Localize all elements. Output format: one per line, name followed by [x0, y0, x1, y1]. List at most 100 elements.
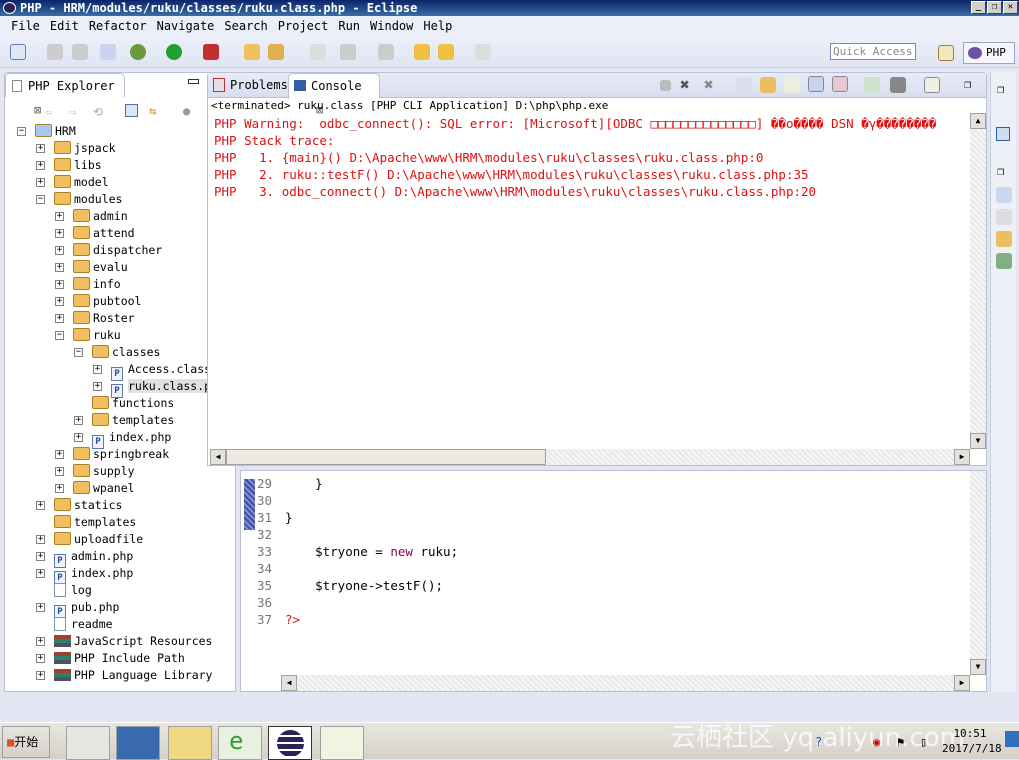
- open-console-icon[interactable]: [924, 77, 940, 93]
- link-editor-icon[interactable]: ⇆: [149, 104, 156, 118]
- help-icon[interactable]: ?: [815, 735, 822, 749]
- quick-access-input[interactable]: Quick Access: [830, 43, 916, 60]
- console-vscrollbar[interactable]: ▲ ▼: [970, 113, 986, 449]
- external-tools-icon[interactable]: [203, 44, 219, 60]
- volume-icon[interactable]: ◉: [873, 735, 880, 749]
- debug-icon[interactable]: [130, 44, 146, 60]
- menu-refactor[interactable]: Refactor: [84, 16, 152, 36]
- expand-icon[interactable]: +: [36, 535, 45, 544]
- expand-icon[interactable]: +: [36, 569, 45, 578]
- last-edit-icon[interactable]: [414, 44, 430, 60]
- expand-icon[interactable]: +: [74, 433, 83, 442]
- start-button[interactable]: ■开始: [2, 726, 50, 758]
- tree-item[interactable]: + model: [36, 174, 231, 191]
- close-button[interactable]: ✕: [1003, 1, 1018, 14]
- console-trim-icon[interactable]: [996, 127, 1010, 141]
- show-stdout-icon[interactable]: [808, 76, 824, 92]
- expand-icon[interactable]: +: [74, 416, 83, 425]
- terminate-icon[interactable]: [660, 80, 671, 91]
- console-hscrollbar[interactable]: ◀ ▶: [210, 449, 970, 465]
- tree-item[interactable]: + Ppub.php: [36, 599, 231, 619]
- collapse-icon[interactable]: −: [17, 127, 26, 136]
- next-annotation-icon[interactable]: [340, 44, 356, 60]
- save-icon[interactable]: [47, 44, 63, 60]
- tree-item[interactable]: + PHP Language Library: [36, 667, 231, 684]
- expand-icon[interactable]: +: [55, 280, 64, 289]
- tree-item[interactable]: − HRM: [17, 123, 231, 140]
- save-all-icon[interactable]: [72, 44, 88, 60]
- prev-annotation-icon[interactable]: [378, 44, 394, 60]
- tab-php-explorer[interactable]: PHP Explorer ⊠: [5, 73, 125, 117]
- type-hierarchy-icon[interactable]: [996, 253, 1012, 269]
- tree-item[interactable]: + Pindex.php: [36, 565, 231, 585]
- tree-item[interactable]: + PHP Include Path: [36, 650, 231, 667]
- collapse-icon[interactable]: −: [36, 195, 45, 204]
- tree-item[interactable]: + uploadfile: [36, 531, 231, 548]
- tree-item[interactable]: templates: [54, 514, 231, 531]
- close-icon[interactable]: ⊠: [34, 103, 41, 117]
- expand-icon[interactable]: +: [36, 637, 45, 646]
- expand-icon[interactable]: +: [36, 144, 45, 153]
- tree-item[interactable]: + statics: [36, 497, 231, 514]
- network-icon[interactable]: ▯: [920, 735, 927, 749]
- expand-icon[interactable]: +: [93, 365, 102, 374]
- menu-project[interactable]: Project: [273, 16, 334, 36]
- taskbar-eclipse[interactable]: [268, 726, 312, 760]
- expand-icon[interactable]: +: [55, 450, 64, 459]
- expand-icon[interactable]: +: [36, 671, 45, 680]
- editor-vscrollbar[interactable]: ▼: [970, 471, 986, 675]
- tasks-icon[interactable]: [996, 209, 1012, 225]
- code-editor[interactable]: 29 } 30 31} 32 33 $tryone = new ruku; 34 35 $t…: [240, 470, 987, 692]
- show-stderr-icon[interactable]: [832, 76, 848, 92]
- expand-icon[interactable]: +: [55, 212, 64, 221]
- expand-icon[interactable]: +: [36, 603, 45, 612]
- view-menu-icon[interactable]: ●: [183, 104, 190, 118]
- back-icon[interactable]: [438, 44, 454, 60]
- scroll-down-icon[interactable]: ▼: [970, 659, 986, 675]
- expand-icon[interactable]: +: [55, 297, 64, 306]
- restore-view-icon[interactable]: ❐: [964, 77, 971, 91]
- restore-icon[interactable]: ❐: [997, 164, 1004, 178]
- expand-icon[interactable]: +: [55, 229, 64, 238]
- scroll-thumb[interactable]: [226, 449, 546, 465]
- forward-nav-icon[interactable]: ⇨: [69, 105, 76, 119]
- expand-icon[interactable]: +: [36, 501, 45, 510]
- minimize-button[interactable]: _: [971, 1, 986, 14]
- menu-navigate[interactable]: Navigate: [152, 16, 220, 36]
- taskbar-powershell[interactable]: [116, 726, 160, 760]
- taskbar-notepad[interactable]: [320, 726, 364, 760]
- expand-icon[interactable]: +: [93, 382, 102, 391]
- menu-search[interactable]: Search: [219, 16, 272, 36]
- open-resource-icon[interactable]: [268, 44, 284, 60]
- expand-icon[interactable]: +: [36, 178, 45, 187]
- tree-item[interactable]: − modules: [36, 191, 231, 208]
- menu-edit[interactable]: Edit: [45, 16, 84, 36]
- scroll-left-icon[interactable]: ◀: [210, 449, 226, 465]
- expand-icon[interactable]: +: [36, 552, 45, 561]
- tree-item[interactable]: log: [54, 582, 231, 599]
- open-type-icon[interactable]: [244, 44, 260, 60]
- clock[interactable]: 10:51 2017/7/18: [942, 726, 1002, 756]
- word-wrap-icon[interactable]: [784, 77, 800, 93]
- flag-icon[interactable]: ⚑: [897, 735, 904, 749]
- restore-button[interactable]: ❐: [987, 1, 1002, 14]
- taskbar-server-manager[interactable]: [66, 726, 110, 760]
- expand-icon[interactable]: +: [36, 654, 45, 663]
- scroll-right-icon[interactable]: ▶: [954, 675, 970, 691]
- expand-icon[interactable]: +: [55, 263, 64, 272]
- tab-console[interactable]: Console ⊠: [288, 73, 380, 117]
- tree-item[interactable]: + libs: [36, 157, 231, 174]
- scroll-right-icon[interactable]: ▶: [954, 449, 970, 465]
- expand-icon[interactable]: +: [36, 161, 45, 170]
- snippets-icon[interactable]: [996, 231, 1012, 247]
- new-icon[interactable]: [10, 44, 26, 60]
- outline-icon[interactable]: [996, 187, 1012, 203]
- up-icon[interactable]: ⟲: [93, 105, 103, 119]
- tab-problems[interactable]: Problems: [208, 73, 288, 97]
- back-nav-icon[interactable]: ⇦: [45, 105, 52, 119]
- scroll-up-icon[interactable]: ▲: [970, 113, 986, 129]
- tree-item[interactable]: + jspack: [36, 140, 231, 157]
- expand-icon[interactable]: +: [55, 314, 64, 323]
- console-output[interactable]: PHP Warning: odbc_connect(): SQL error: …: [208, 115, 968, 449]
- expand-icon[interactable]: +: [55, 467, 64, 476]
